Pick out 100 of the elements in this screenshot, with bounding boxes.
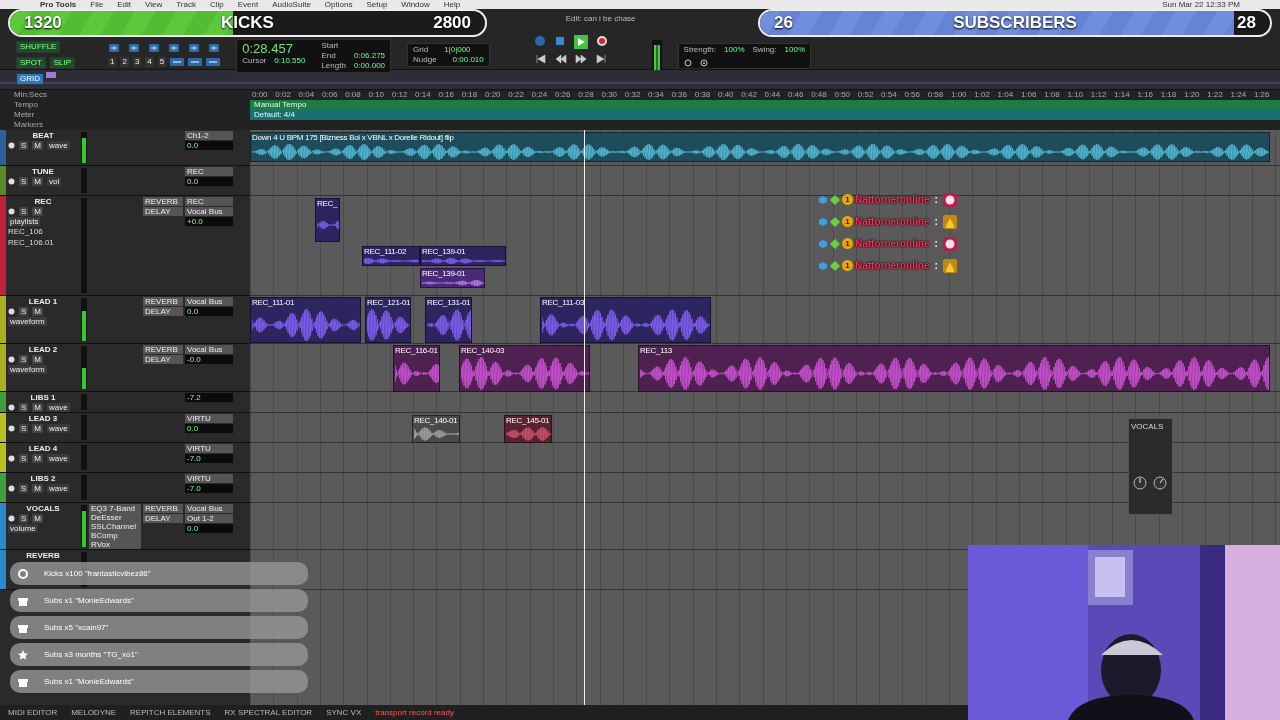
io-selector[interactable]: Out 1-2 xyxy=(185,514,233,523)
edit-mode-button[interactable]: SHUFFLE xyxy=(16,41,61,53)
send-slot[interactable]: REVERB xyxy=(143,504,183,513)
edit-mode-button[interactable]: SLIP xyxy=(49,57,76,69)
track-view-dropdown[interactable]: vol xyxy=(47,177,62,186)
fast-forward-icon[interactable] xyxy=(574,53,587,65)
menu-item[interactable]: Help xyxy=(443,0,461,9)
tool-icon[interactable] xyxy=(148,43,160,53)
io-selector[interactable]: REC xyxy=(185,167,233,176)
zoom-preset-button[interactable]: 2 xyxy=(120,57,129,67)
track-toggle-button[interactable]: M xyxy=(32,424,43,433)
tool-icon[interactable] xyxy=(188,57,203,67)
rewind-icon[interactable] xyxy=(554,53,567,65)
send-slot[interactable]: REVERB xyxy=(143,197,183,206)
insert-slot[interactable]: SSLChannel xyxy=(89,522,141,531)
track-toggle-button[interactable]: M xyxy=(32,484,43,493)
menu-item[interactable]: Clip xyxy=(209,0,224,9)
track-toggle-button[interactable]: S xyxy=(19,403,29,412)
insert-slot[interactable]: RVox xyxy=(89,540,141,549)
track-view-dropdown[interactable]: waveform xyxy=(8,365,47,374)
tool-icon[interactable] xyxy=(168,43,180,53)
send-slot[interactable]: DELAY xyxy=(143,355,183,364)
track-view-dropdown[interactable]: wave xyxy=(47,424,70,433)
record-arm-icon[interactable] xyxy=(8,455,15,462)
record-arm-icon[interactable] xyxy=(8,485,15,492)
tool-icon[interactable] xyxy=(208,43,220,53)
track-toggle-button[interactable]: M xyxy=(32,514,43,523)
track-toggle-button[interactable]: S xyxy=(19,177,29,186)
track-toggle-button[interactable]: M xyxy=(32,177,43,186)
editor-tab[interactable]: MELODYNE xyxy=(71,705,117,720)
track-view-dropdown[interactable]: wave xyxy=(47,403,70,412)
record-arm-icon[interactable] xyxy=(8,515,15,522)
track-toggle-button[interactable]: S xyxy=(19,355,29,364)
menu-item[interactable]: Options xyxy=(324,0,353,9)
editor-tab[interactable]: RX SPECTRAL EDITOR xyxy=(224,705,313,720)
zoom-preset-button[interactable]: 5 xyxy=(157,57,167,67)
stop-icon[interactable] xyxy=(553,35,566,47)
editor-tab[interactable]: REPITCH ELEMENTS xyxy=(130,705,211,720)
send-slot[interactable]: REVERB xyxy=(143,345,183,354)
zoom-preset-button[interactable]: 3 xyxy=(132,57,142,67)
menu-item[interactable]: Event xyxy=(237,0,259,9)
io-selector[interactable]: REC xyxy=(185,197,233,206)
menu-item[interactable]: File xyxy=(90,0,104,9)
settings-icon[interactable] xyxy=(699,59,708,67)
knob-icon[interactable] xyxy=(1132,475,1168,491)
track-view-dropdown[interactable]: waveform xyxy=(8,317,47,326)
io-selector[interactable]: Vocal Bus xyxy=(185,504,233,513)
track-view-dropdown[interactable]: playlists xyxy=(8,217,41,226)
track-toggle-button[interactable]: S xyxy=(19,141,29,150)
zoom-preset-button[interactable]: 4 xyxy=(145,57,154,67)
edit-mode-button[interactable]: GRID xyxy=(16,73,44,85)
track-toggle-button[interactable]: S xyxy=(19,207,29,216)
editor-tab[interactable]: SYNC VX xyxy=(326,705,362,720)
io-selector[interactable]: Vocal Bus xyxy=(185,207,233,216)
menu-item[interactable]: Window xyxy=(401,0,430,9)
send-slot[interactable]: DELAY xyxy=(143,307,183,316)
track-view-dropdown[interactable]: wave xyxy=(47,484,70,493)
track-toggle-button[interactable]: M xyxy=(32,307,43,316)
track-toggle-button[interactable]: S xyxy=(19,514,29,523)
io-selector[interactable]: Ch1-2 xyxy=(185,131,233,140)
track-toggle-button[interactable]: M xyxy=(32,355,43,364)
tool-icon[interactable] xyxy=(128,43,140,53)
track-toggle-button[interactable]: S xyxy=(19,307,29,316)
record-icon[interactable] xyxy=(595,35,608,47)
record-arm-icon[interactable] xyxy=(8,404,15,411)
track-toggle-button[interactable]: S xyxy=(19,484,29,493)
io-selector[interactable]: Vocal Bus xyxy=(185,345,233,354)
return-to-start-icon[interactable] xyxy=(534,53,547,65)
track-view-dropdown[interactable]: volume xyxy=(8,524,38,533)
insert-slot[interactable]: BComp xyxy=(89,531,141,540)
send-slot[interactable]: DELAY xyxy=(143,207,183,216)
menu-item[interactable]: Edit xyxy=(117,0,131,9)
record-arm-icon[interactable] xyxy=(8,208,15,215)
menu-item[interactable]: Track xyxy=(176,0,196,9)
io-selector[interactable]: VIRTU xyxy=(185,414,233,423)
tool-icon[interactable] xyxy=(188,43,200,53)
record-arm-icon[interactable] xyxy=(8,178,15,185)
track-view-dropdown[interactable]: wave xyxy=(47,454,70,463)
menu-item[interactable]: Setup xyxy=(366,0,388,9)
menu-item[interactable]: Pro Tools xyxy=(40,0,77,9)
io-selector[interactable]: VIRTU xyxy=(185,444,233,453)
io-selector[interactable]: VIRTU xyxy=(185,474,233,483)
loop-icon[interactable] xyxy=(533,35,546,47)
menu-item[interactable]: View xyxy=(145,0,163,9)
editor-tab[interactable]: MIDI EDITOR xyxy=(8,705,58,720)
quantize-icon[interactable] xyxy=(683,59,692,67)
tool-icon[interactable] xyxy=(108,43,120,53)
tool-icon[interactable] xyxy=(170,57,185,67)
record-arm-icon[interactable] xyxy=(8,308,15,315)
record-arm-icon[interactable] xyxy=(8,425,15,432)
record-arm-icon[interactable] xyxy=(8,356,15,363)
send-slot[interactable]: DELAY xyxy=(143,514,183,523)
track-toggle-button[interactable]: M xyxy=(32,207,43,216)
io-selector[interactable]: Vocal Bus xyxy=(185,297,233,306)
send-slot[interactable]: REVERB xyxy=(143,297,183,306)
record-arm-icon[interactable] xyxy=(8,142,15,149)
go-to-end-icon[interactable] xyxy=(594,53,607,65)
track-toggle-button[interactable]: S xyxy=(19,454,29,463)
zoom-preset-button[interactable]: 1 xyxy=(108,57,117,67)
edit-mode-button[interactable]: SPOT xyxy=(16,57,46,69)
